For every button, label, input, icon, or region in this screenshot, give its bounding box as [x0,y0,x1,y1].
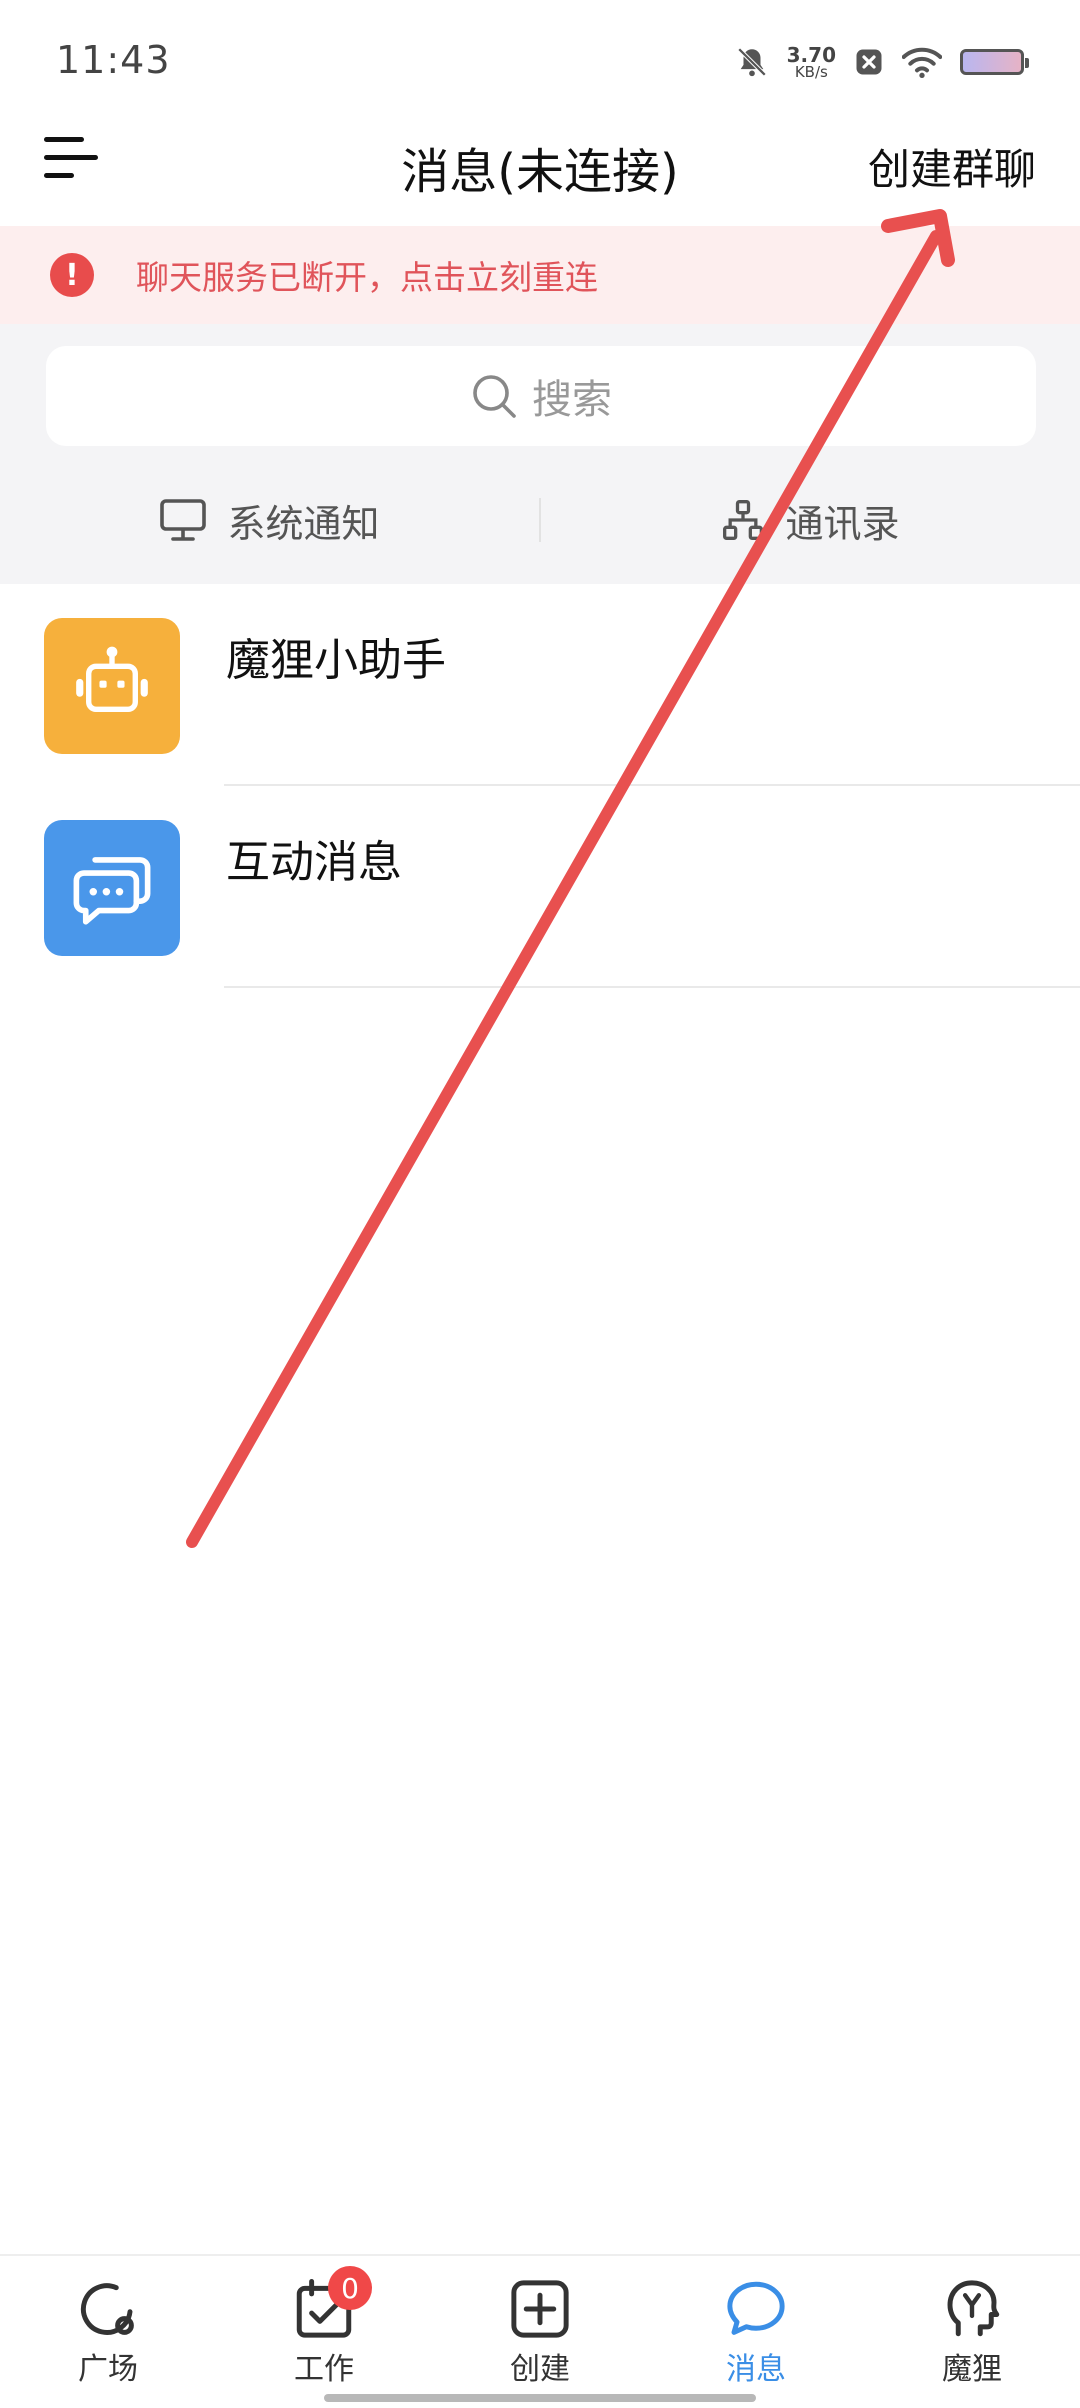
tab-messages-label: 消息 [726,2352,786,2387]
bell-off-icon [737,47,766,77]
search-placeholder: 搜索 [532,377,612,423]
status-time: 11:43 [56,38,171,82]
robot-icon [76,646,148,712]
tab-moli[interactable]: 魔狸 [864,2256,1080,2408]
tab-create[interactable]: 创建 [432,2256,648,2408]
battery-icon [960,49,1029,75]
net-speed: 3.70 KB/s [787,45,836,80]
net-speed-unit: KB/s [794,62,828,81]
tab-plaza-label: 广场 [78,2352,138,2387]
avatar [44,820,180,956]
tab-contacts-label: 通讯录 [785,501,900,546]
chat-bubbles-icon [73,857,151,925]
tab-plaza[interactable]: 广场 [0,2256,216,2408]
close-box-icon [856,49,882,75]
screen: 11:43 3.70 KB/s 消息(未连接) 创建群聊 ! 聊天服务已断开，点… [0,0,1080,2408]
list-item[interactable]: 互动消息 [0,786,1080,988]
quick-tabs: 系统通知 通讯录 [0,470,1080,570]
alert-icon: ! [50,253,94,297]
tab-work[interactable]: 0 工作 [216,2256,432,2408]
notification-badge: 0 [328,2266,372,2310]
tab-bar: 广场 0 工作 创建 消息 魔狸 [0,2254,1080,2408]
status-bar: 11:43 3.70 KB/s [0,0,1080,120]
reconnect-alert[interactable]: ! 聊天服务已断开，点击立刻重连 [0,226,1080,324]
conversation-name: 互动消息 [226,837,402,888]
tab-system-notice[interactable]: 系统通知 [0,493,539,548]
create-group-button[interactable]: 创建群聊 [868,136,1036,197]
tab-create-label: 创建 [510,2352,570,2387]
plus-square-icon [511,2280,569,2338]
search-input[interactable]: 搜索 [46,346,1036,446]
tab-system-notice-label: 系统通知 [227,501,380,546]
tab-work-label: 工作 [294,2352,354,2387]
net-speed-value: 3.70 [786,42,836,67]
conversation-name: 魔狸小助手 [226,635,446,686]
tab-moli-label: 魔狸 [942,2352,1002,2387]
home-indicator [324,2394,756,2402]
avatar [44,618,180,754]
tab-contacts[interactable]: 通讯录 [541,493,1080,548]
plaza-icon [80,2283,134,2335]
list-item[interactable]: 魔狸小助手 [0,584,1080,786]
wifi-icon [902,47,942,78]
org-chart-icon [723,500,764,540]
divider [224,986,1080,988]
tab-messages[interactable]: 消息 [648,2256,864,2408]
status-icons: 3.70 KB/s [735,40,1029,84]
chat-icon [727,2281,785,2335]
alert-text: 聊天服务已断开，点击立刻重连 [136,258,598,297]
monitor-icon [160,499,207,541]
search-icon [473,375,516,418]
head-icon [947,2280,1000,2337]
conversation-list: 魔狸小助手 互动消息 [0,584,1080,988]
